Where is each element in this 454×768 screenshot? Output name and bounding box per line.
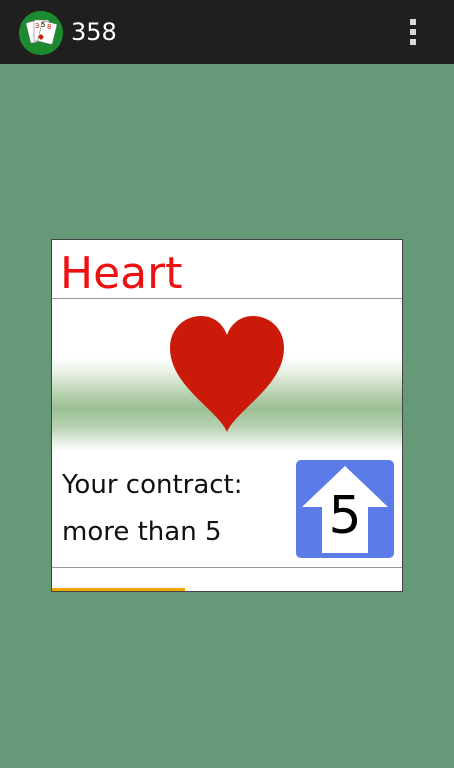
divider-bottom — [52, 567, 402, 568]
progress-bar — [52, 588, 402, 591]
contract-card: Heart Your contract: more than 5 5 — [51, 239, 403, 592]
contract-number: 5 — [328, 486, 362, 546]
suit-display — [52, 299, 402, 452]
action-bar: 3 5 8 358 — [0, 0, 454, 64]
contract-value: more than 5 — [62, 517, 222, 547]
contract-label: Your contract: — [62, 470, 243, 500]
suit-title: Heart — [60, 248, 183, 299]
svg-text:3: 3 — [35, 22, 39, 30]
playing-cards-icon[interactable]: 3 5 8 — [19, 11, 63, 55]
app-title: 358 — [71, 18, 117, 46]
contract-badge: 5 — [296, 460, 394, 558]
progress-fill — [52, 588, 185, 591]
menu-dot — [410, 39, 416, 45]
heart-suit-icon — [170, 316, 284, 432]
svg-text:5: 5 — [41, 21, 45, 29]
svg-text:8: 8 — [47, 23, 51, 31]
menu-dot — [410, 29, 416, 35]
menu-dot — [410, 19, 416, 25]
overflow-menu-icon[interactable] — [400, 12, 426, 52]
